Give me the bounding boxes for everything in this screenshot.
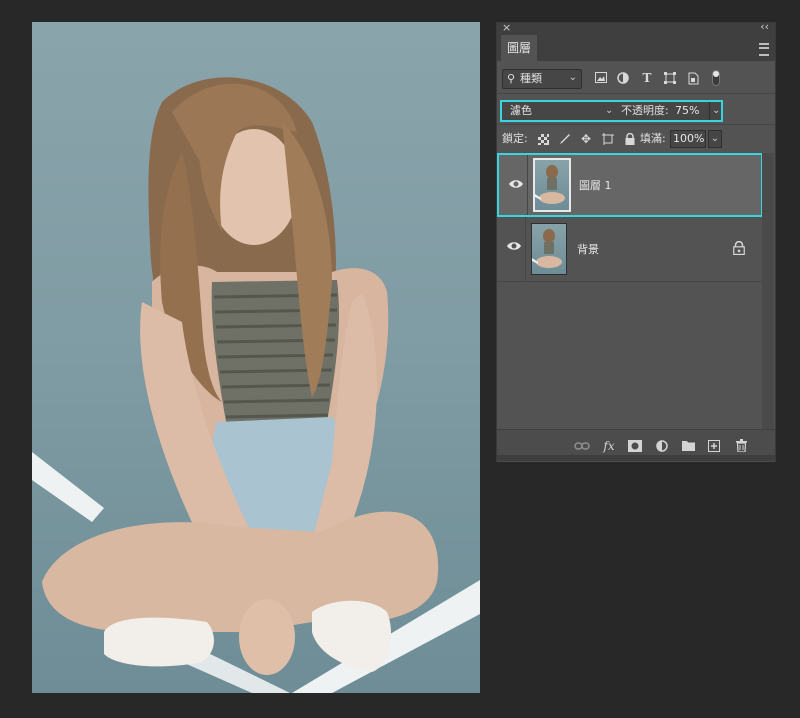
shape-filter-icon[interactable] [663,70,677,86]
divider [497,124,775,125]
collapse-panel-icon[interactable]: ‹‹ [760,20,769,34]
fill-dropdown-icon[interactable]: ⌄ [708,130,722,148]
document-canvas[interactable] [32,22,480,693]
layer-filter-row: ⚲ 種類 ⌄ T [497,66,775,92]
lock-all-icon[interactable] [623,131,637,147]
blend-mode-select[interactable]: 濾色 ⌄ 不透明度: 75% ⌄ [500,100,723,122]
close-panel-icon[interactable]: × [502,21,511,35]
divider [497,93,775,94]
layer-name[interactable]: 圖層 1 [579,179,612,193]
adjustment-filter-icon[interactable] [616,70,630,86]
layer-row-layer-1[interactable]: 圖層 1 [497,153,763,217]
panel-tab-bar: 圖層 [497,35,775,61]
layer-name[interactable]: 背景 [577,243,599,257]
adjustment-layer-icon[interactable] [654,438,670,454]
visibility-eye-icon[interactable] [509,179,523,189]
filter-kind-select[interactable]: ⚲ 種類 ⌄ [502,69,582,89]
add-mask-icon[interactable] [627,438,643,454]
filter-kind-label: 種類 [520,72,542,85]
tab-layers[interactable]: 圖層 [501,35,537,61]
delete-layer-icon[interactable] [733,438,749,454]
lock-transparent-icon[interactable] [536,131,550,147]
layer-list: 圖層 1 背景 [497,153,763,429]
panel-resize-strip[interactable] [497,455,775,461]
layer-lock-icon[interactable] [733,241,745,255]
type-filter-icon[interactable]: T [640,70,654,86]
filter-toggle-icon[interactable] [709,70,723,86]
smart-object-filter-icon[interactable] [686,70,700,86]
layer-list-scrollbar[interactable] [762,153,774,429]
layer-thumbnail [533,158,571,212]
fill-input[interactable]: 100% [670,130,706,148]
lock-fill-row: 鎖定: ✥ 填滿: 100% ⌄ [497,127,775,151]
search-icon: ⚲ [507,72,516,85]
opacity-label: 不透明度: [621,104,669,117]
layers-panel: × ‹‹ 圖層 ⚲ 種類 ⌄ T 濾色 ⌄ 不透明度: 75% ⌄ 鎖定: ✥ … [496,20,776,462]
image-filter-icon[interactable] [594,70,608,86]
layer-row-background[interactable]: 背景 [497,217,762,282]
new-layer-icon[interactable] [706,438,722,454]
canvas-photo [32,77,480,693]
divider [525,217,526,281]
visibility-eye-icon[interactable] [507,241,521,251]
lock-artboard-icon[interactable] [601,131,615,147]
lock-position-icon[interactable]: ✥ [579,131,593,147]
link-layers-icon[interactable] [574,438,590,454]
opacity-input[interactable]: 75% [672,103,709,119]
chevron-down-icon: ⌄ [568,72,577,83]
new-group-icon[interactable] [680,438,696,454]
fx-icon[interactable]: fx [601,438,617,454]
opacity-dropdown-icon[interactable]: ⌄ [709,102,720,120]
chevron-down-icon: ⌄ [605,105,614,116]
lock-image-icon[interactable] [557,131,571,147]
blend-opacity-row: 濾色 ⌄ 不透明度: 75% ⌄ [497,97,775,123]
fill-label: 填滿: [640,132,666,145]
divider [527,155,528,215]
blend-mode-value: 濾色 [510,104,532,117]
layer-thumbnail [531,223,567,275]
panel-title-bar: × ‹‹ [497,20,775,35]
panel-menu-icon[interactable] [759,43,769,56]
lock-label: 鎖定: [502,132,528,145]
